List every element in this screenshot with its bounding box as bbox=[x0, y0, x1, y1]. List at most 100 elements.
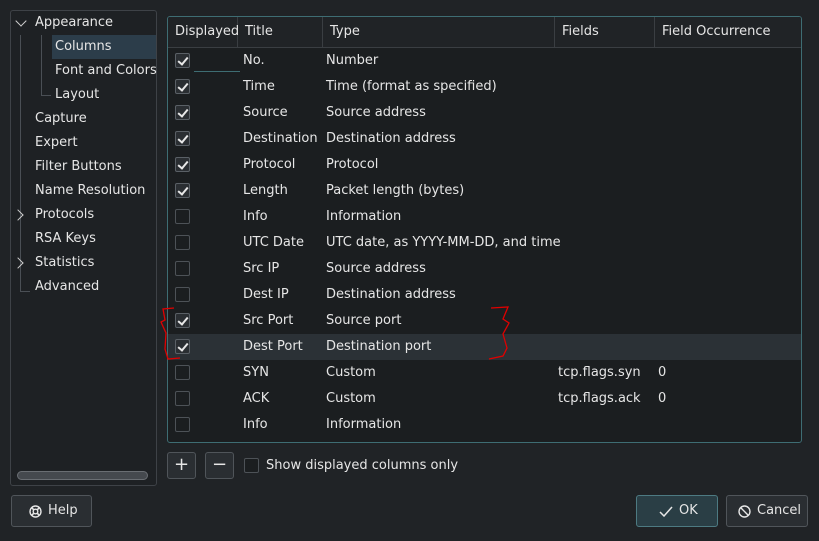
title-cell: Src IP bbox=[243, 261, 280, 276]
help-button[interactable]: Help bbox=[11, 495, 92, 527]
title-cell: Length bbox=[243, 183, 288, 198]
tree-item-name-resolution[interactable]: Name Resolution bbox=[11, 179, 156, 203]
tree-item-columns[interactable]: Columns bbox=[52, 35, 156, 59]
displayed-checkbox[interactable] bbox=[175, 105, 190, 120]
add-column-button[interactable]: + bbox=[167, 452, 196, 479]
tree-item-capture[interactable]: Capture bbox=[11, 107, 156, 131]
table-row[interactable]: Length Packet length (bytes) bbox=[168, 178, 801, 204]
table-row[interactable]: Source Source address bbox=[168, 100, 801, 126]
help-button-label: Help bbox=[48, 503, 78, 518]
type-cell: Custom bbox=[326, 365, 376, 380]
header-fields[interactable]: Fields bbox=[555, 17, 655, 47]
horizontal-scrollbar[interactable] bbox=[17, 471, 148, 480]
displayed-checkbox[interactable] bbox=[175, 417, 190, 432]
chevron-down-icon[interactable] bbox=[15, 15, 27, 27]
type-cell: Destination address bbox=[326, 131, 456, 146]
displayed-checkbox[interactable] bbox=[175, 339, 190, 354]
displayed-checkbox[interactable] bbox=[175, 365, 190, 380]
field-occurrence-cell: 0 bbox=[658, 391, 667, 406]
type-cell: UTC date, as YYYY-MM-DD, and time bbox=[326, 235, 561, 250]
displayed-checkbox[interactable] bbox=[175, 313, 190, 328]
columns-table: Displayed Title Type Fields Field Occurr… bbox=[167, 16, 802, 443]
title-cell: Protocol bbox=[243, 157, 296, 172]
tree-item-filter-buttons[interactable]: Filter Buttons bbox=[11, 155, 156, 179]
displayed-checkbox[interactable] bbox=[175, 391, 190, 406]
ok-button-label: OK bbox=[679, 503, 698, 518]
table-row[interactable]: Dest IP Destination address bbox=[168, 282, 801, 308]
displayed-checkbox[interactable] bbox=[175, 79, 190, 94]
type-cell: Source address bbox=[326, 261, 426, 276]
header-title[interactable]: Title bbox=[238, 17, 323, 47]
table-row[interactable]: Protocol Protocol bbox=[168, 152, 801, 178]
table-row[interactable]: Src IP Source address bbox=[168, 256, 801, 282]
type-cell: Source address bbox=[326, 105, 426, 120]
title-cell: UTC Date bbox=[243, 235, 304, 250]
type-cell: Destination port bbox=[326, 339, 432, 354]
title-cell: Destination bbox=[243, 131, 318, 146]
type-cell: Custom bbox=[326, 391, 376, 406]
title-cell: Src Port bbox=[243, 313, 294, 328]
checkmark-icon bbox=[659, 506, 673, 517]
displayed-checkbox[interactable] bbox=[175, 209, 190, 224]
cancel-button-label: Cancel bbox=[757, 503, 802, 518]
tree-item-layout[interactable]: Layout bbox=[52, 83, 156, 107]
tree-item-advanced[interactable]: Advanced bbox=[11, 275, 156, 299]
table-header: Displayed Title Type Fields Field Occurr… bbox=[168, 17, 801, 48]
header-type[interactable]: Type bbox=[323, 17, 555, 47]
title-cell: Dest Port bbox=[243, 339, 303, 354]
table-row[interactable]: UTC Date UTC date, as YYYY-MM-DD, and tim… bbox=[168, 230, 801, 256]
type-cell: Time (format as specified) bbox=[326, 79, 497, 94]
tree-item-appearance[interactable]: Appearance bbox=[11, 11, 156, 35]
table-row[interactable]: SYN Custom tcp.flags.syn 0 bbox=[168, 360, 801, 386]
table-row[interactable]: ACK Custom tcp.flags.ack 0 bbox=[168, 386, 801, 412]
chevron-right-icon[interactable] bbox=[12, 257, 24, 269]
type-cell: Protocol bbox=[326, 157, 379, 172]
displayed-checkbox[interactable] bbox=[175, 261, 190, 276]
title-cell: SYN bbox=[243, 365, 269, 380]
displayed-checkbox[interactable] bbox=[175, 183, 190, 198]
type-cell: Information bbox=[326, 417, 402, 432]
type-cell: Destination address bbox=[326, 287, 456, 302]
table-row[interactable]: Dest Port Destination port bbox=[168, 334, 801, 360]
displayed-checkbox[interactable] bbox=[175, 235, 190, 250]
title-cell: Time bbox=[243, 79, 275, 94]
type-cell: Number bbox=[326, 53, 379, 68]
preferences-tree: Appearance Columns Font and Colors Layou… bbox=[10, 10, 157, 486]
field-occurrence-cell: 0 bbox=[658, 365, 667, 380]
table-row[interactable]: Info Information bbox=[168, 412, 801, 438]
cancel-button[interactable]: Cancel bbox=[726, 495, 808, 527]
table-row[interactable]: Src Port Source port bbox=[168, 308, 801, 334]
table-row[interactable]: Info Information bbox=[168, 204, 801, 230]
lifebuoy-icon bbox=[29, 505, 42, 518]
displayed-checkbox[interactable] bbox=[175, 287, 190, 302]
header-displayed[interactable]: Displayed bbox=[168, 17, 239, 47]
type-cell: Packet length (bytes) bbox=[326, 183, 465, 198]
title-cell: Dest IP bbox=[243, 287, 289, 302]
cancel-icon bbox=[738, 505, 751, 518]
tree-guide-line bbox=[41, 35, 42, 95]
displayed-checkbox[interactable] bbox=[175, 157, 190, 172]
table-row[interactable]: No. Number bbox=[168, 48, 801, 74]
table-row[interactable]: Destination Destination address bbox=[168, 126, 801, 152]
title-cell: Info bbox=[243, 417, 268, 432]
type-cell: Information bbox=[326, 209, 402, 224]
title-cell: Source bbox=[243, 105, 288, 120]
header-field-occurrence[interactable]: Field Occurrence bbox=[655, 17, 801, 47]
tree-item-rsa-keys[interactable]: RSA Keys bbox=[11, 227, 156, 251]
title-cell: Info bbox=[243, 209, 268, 224]
tree-item-protocols[interactable]: Protocols bbox=[11, 203, 156, 227]
tree-item-font-and-colors[interactable]: Font and Colors bbox=[52, 59, 157, 83]
table-row[interactable]: Time Time (format as specified) bbox=[168, 74, 801, 100]
title-cell: ACK bbox=[243, 391, 270, 406]
fields-cell: tcp.flags.syn bbox=[558, 365, 641, 380]
show-displayed-only-checkbox[interactable] bbox=[244, 458, 259, 473]
chevron-right-icon[interactable] bbox=[12, 209, 24, 221]
tree-item-expert[interactable]: Expert bbox=[11, 131, 156, 155]
fields-cell: tcp.flags.ack bbox=[558, 391, 641, 406]
displayed-checkbox[interactable] bbox=[175, 131, 190, 146]
ok-button[interactable]: OK bbox=[636, 495, 718, 527]
tree-item-statistics[interactable]: Statistics bbox=[11, 251, 156, 275]
remove-column-button[interactable]: − bbox=[205, 452, 234, 479]
displayed-checkbox[interactable] bbox=[175, 53, 190, 68]
tree-guide-line bbox=[41, 95, 51, 96]
